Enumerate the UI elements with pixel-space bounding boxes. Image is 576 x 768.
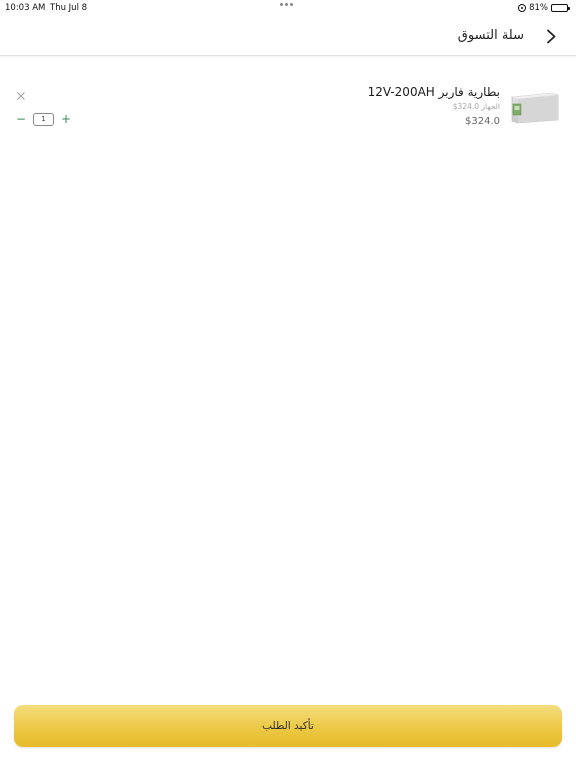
navigation-bar: سلة التسوق	[0, 16, 576, 56]
back-button[interactable]	[540, 24, 562, 48]
chevron-left-icon	[547, 29, 556, 43]
battery-percent: 81%	[529, 3, 548, 13]
quantity-field[interactable]: 1	[33, 112, 54, 126]
quantity-stepper: − 1 +	[15, 112, 72, 126]
battery-icon	[551, 4, 570, 12]
increase-quantity-button[interactable]: +	[60, 112, 72, 126]
product-subtitle: الجهاز 324.0$	[452, 102, 500, 111]
cart-item: بطارية فاربر 12V-200AH الجهاز 324.0$ $32…	[0, 82, 576, 142]
remove-item-button[interactable]	[15, 87, 27, 100]
status-date: Thu Jul 8	[50, 3, 88, 13]
product-price: $324.0	[465, 116, 500, 127]
product-name: بطارية فاربر 12V-200AH	[367, 85, 500, 99]
decrease-quantity-button[interactable]: −	[15, 112, 27, 126]
page-title: سلة التسوق	[457, 28, 524, 43]
status-time: 10:03 AM	[5, 3, 46, 13]
close-icon	[17, 92, 25, 100]
confirm-order-label: تأكيد الطلب	[262, 720, 314, 732]
multitasking-dots-icon[interactable]	[280, 3, 293, 6]
confirm-order-button[interactable]: تأكيد الطلب	[14, 705, 562, 747]
status-indicators: 81%	[518, 3, 570, 13]
battery-product-image	[511, 92, 559, 124]
status-bar: 10:03 AM Thu Jul 8 81%	[0, 0, 576, 16]
orientation-lock-icon	[518, 4, 527, 12]
